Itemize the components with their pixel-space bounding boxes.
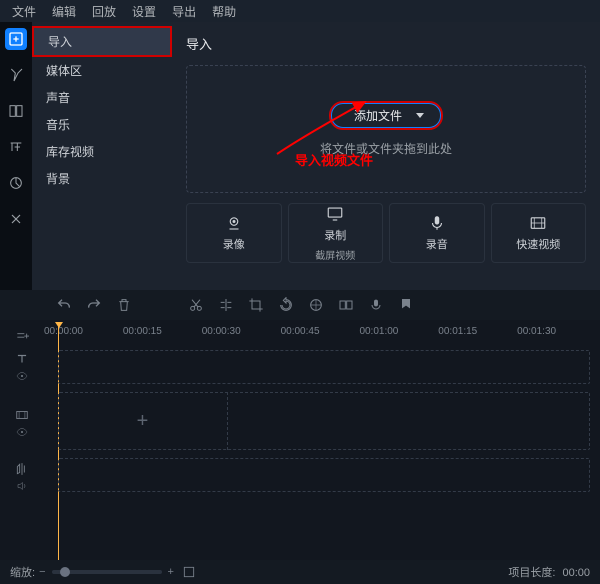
track-head-audio[interactable] <box>0 462 44 492</box>
time-ruler[interactable]: 00:00:0000:00:1500:00:3000:00:4500:01:00… <box>44 326 596 340</box>
content-panel: 导入 添加文件 将文件或文件夹拖到此处 导入视频文件 录像 <box>172 22 600 290</box>
speaker-icon[interactable] <box>16 480 28 492</box>
menu-export[interactable]: 导出 <box>164 1 204 22</box>
menu-edit[interactable]: 编辑 <box>44 1 84 22</box>
sidebar-item-music[interactable]: 音乐 <box>32 111 172 138</box>
record-vo-icon[interactable] <box>368 297 384 313</box>
audio-track[interactable] <box>58 458 590 492</box>
tool-import-icon[interactable] <box>5 28 27 50</box>
menu-file[interactable]: 文件 <box>4 1 44 22</box>
menu-help[interactable]: 帮助 <box>204 1 244 22</box>
timeline-toolbar <box>0 290 600 320</box>
action-sublabel: 截屏视频 <box>315 247 355 262</box>
sidebar-item-stock[interactable]: 库存视频 <box>32 138 172 165</box>
crop-icon[interactable] <box>248 297 264 313</box>
action-record-audio[interactable]: 录音 <box>389 203 485 263</box>
project-length-value: 00:00 <box>562 567 590 579</box>
fit-icon[interactable] <box>182 565 196 579</box>
delete-icon[interactable] <box>116 297 132 313</box>
text-track-icon <box>15 352 29 366</box>
drop-hint: 将文件或文件夹拖到此处 <box>320 140 452 157</box>
film-icon <box>529 214 547 232</box>
marker-icon[interactable] <box>398 297 414 313</box>
split-icon[interactable] <box>218 297 234 313</box>
sidebar-item-sounds[interactable]: 声音 <box>32 84 172 111</box>
add-file-highlight: 添加文件 <box>329 101 443 130</box>
webcam-icon <box>225 214 243 232</box>
eye-icon[interactable] <box>16 370 28 382</box>
tool-titles-icon[interactable] <box>5 136 27 158</box>
sidebar-item-media[interactable]: 媒体区 <box>32 57 172 84</box>
mic-icon <box>428 214 446 232</box>
status-bar: 缩放: − + 项目长度: 00:00 <box>0 560 600 584</box>
sidebar-item-import[interactable]: 导入 <box>32 26 172 57</box>
menu-playback[interactable]: 回放 <box>84 1 124 22</box>
video-track-icon <box>15 408 29 422</box>
zoom-minus-icon[interactable]: − <box>39 566 45 578</box>
cut-icon[interactable] <box>188 297 204 313</box>
tool-filters-icon[interactable] <box>5 64 27 86</box>
chevron-down-icon <box>416 113 424 118</box>
action-quick-video[interactable]: 快速视频 <box>491 203 587 263</box>
eye-icon[interactable] <box>16 426 28 438</box>
text-track[interactable] <box>58 350 590 384</box>
action-row: 录像 录制 截屏视频 录音 快速视频 <box>186 203 586 263</box>
sidebar-item-backgrounds[interactable]: 背景 <box>32 165 172 192</box>
action-label: 录音 <box>426 236 448 252</box>
drop-zone[interactable]: 添加文件 将文件或文件夹拖到此处 导入视频文件 <box>186 65 586 193</box>
zoom-slider[interactable] <box>52 570 162 574</box>
monitor-icon <box>326 205 344 223</box>
action-label: 录像 <box>223 236 245 252</box>
menu-bar: 文件 编辑 回放 设置 导出 帮助 <box>0 0 600 22</box>
zoom-label: 缩放: <box>10 564 35 580</box>
tool-rail <box>0 22 32 290</box>
content-title: 导入 <box>186 34 586 53</box>
add-track-icon <box>15 329 29 343</box>
action-label: 快速视频 <box>516 236 560 252</box>
track-head-text[interactable] <box>0 352 44 382</box>
add-clip-placeholder[interactable]: + <box>58 392 228 450</box>
tool-more-icon[interactable] <box>5 208 27 230</box>
action-record-webcam[interactable]: 录像 <box>186 203 282 263</box>
track-head-add[interactable] <box>0 326 44 346</box>
sidebar: 导入 媒体区 声音 音乐 库存视频 背景 <box>32 22 172 290</box>
tool-transitions-icon[interactable] <box>5 100 27 122</box>
rotate-icon[interactable] <box>278 297 294 313</box>
zoom-plus-icon[interactable]: + <box>168 566 174 578</box>
add-file-button[interactable]: 添加文件 <box>331 103 441 128</box>
color-icon[interactable] <box>308 297 324 313</box>
action-label: 录制 <box>324 227 346 243</box>
track-head-video[interactable] <box>0 396 44 450</box>
timeline[interactable]: 00:00:0000:00:1500:00:3000:00:4500:01:00… <box>0 320 600 560</box>
undo-icon[interactable] <box>56 297 72 313</box>
add-file-label: 添加文件 <box>354 107 402 124</box>
audio-track-icon <box>15 462 29 476</box>
transition-icon[interactable] <box>338 297 354 313</box>
action-record-screen[interactable]: 录制 截屏视频 <box>288 203 384 263</box>
project-length-label: 项目长度: <box>508 567 555 579</box>
menu-settings[interactable]: 设置 <box>124 1 164 22</box>
redo-icon[interactable] <box>86 297 102 313</box>
tool-stickers-icon[interactable] <box>5 172 27 194</box>
